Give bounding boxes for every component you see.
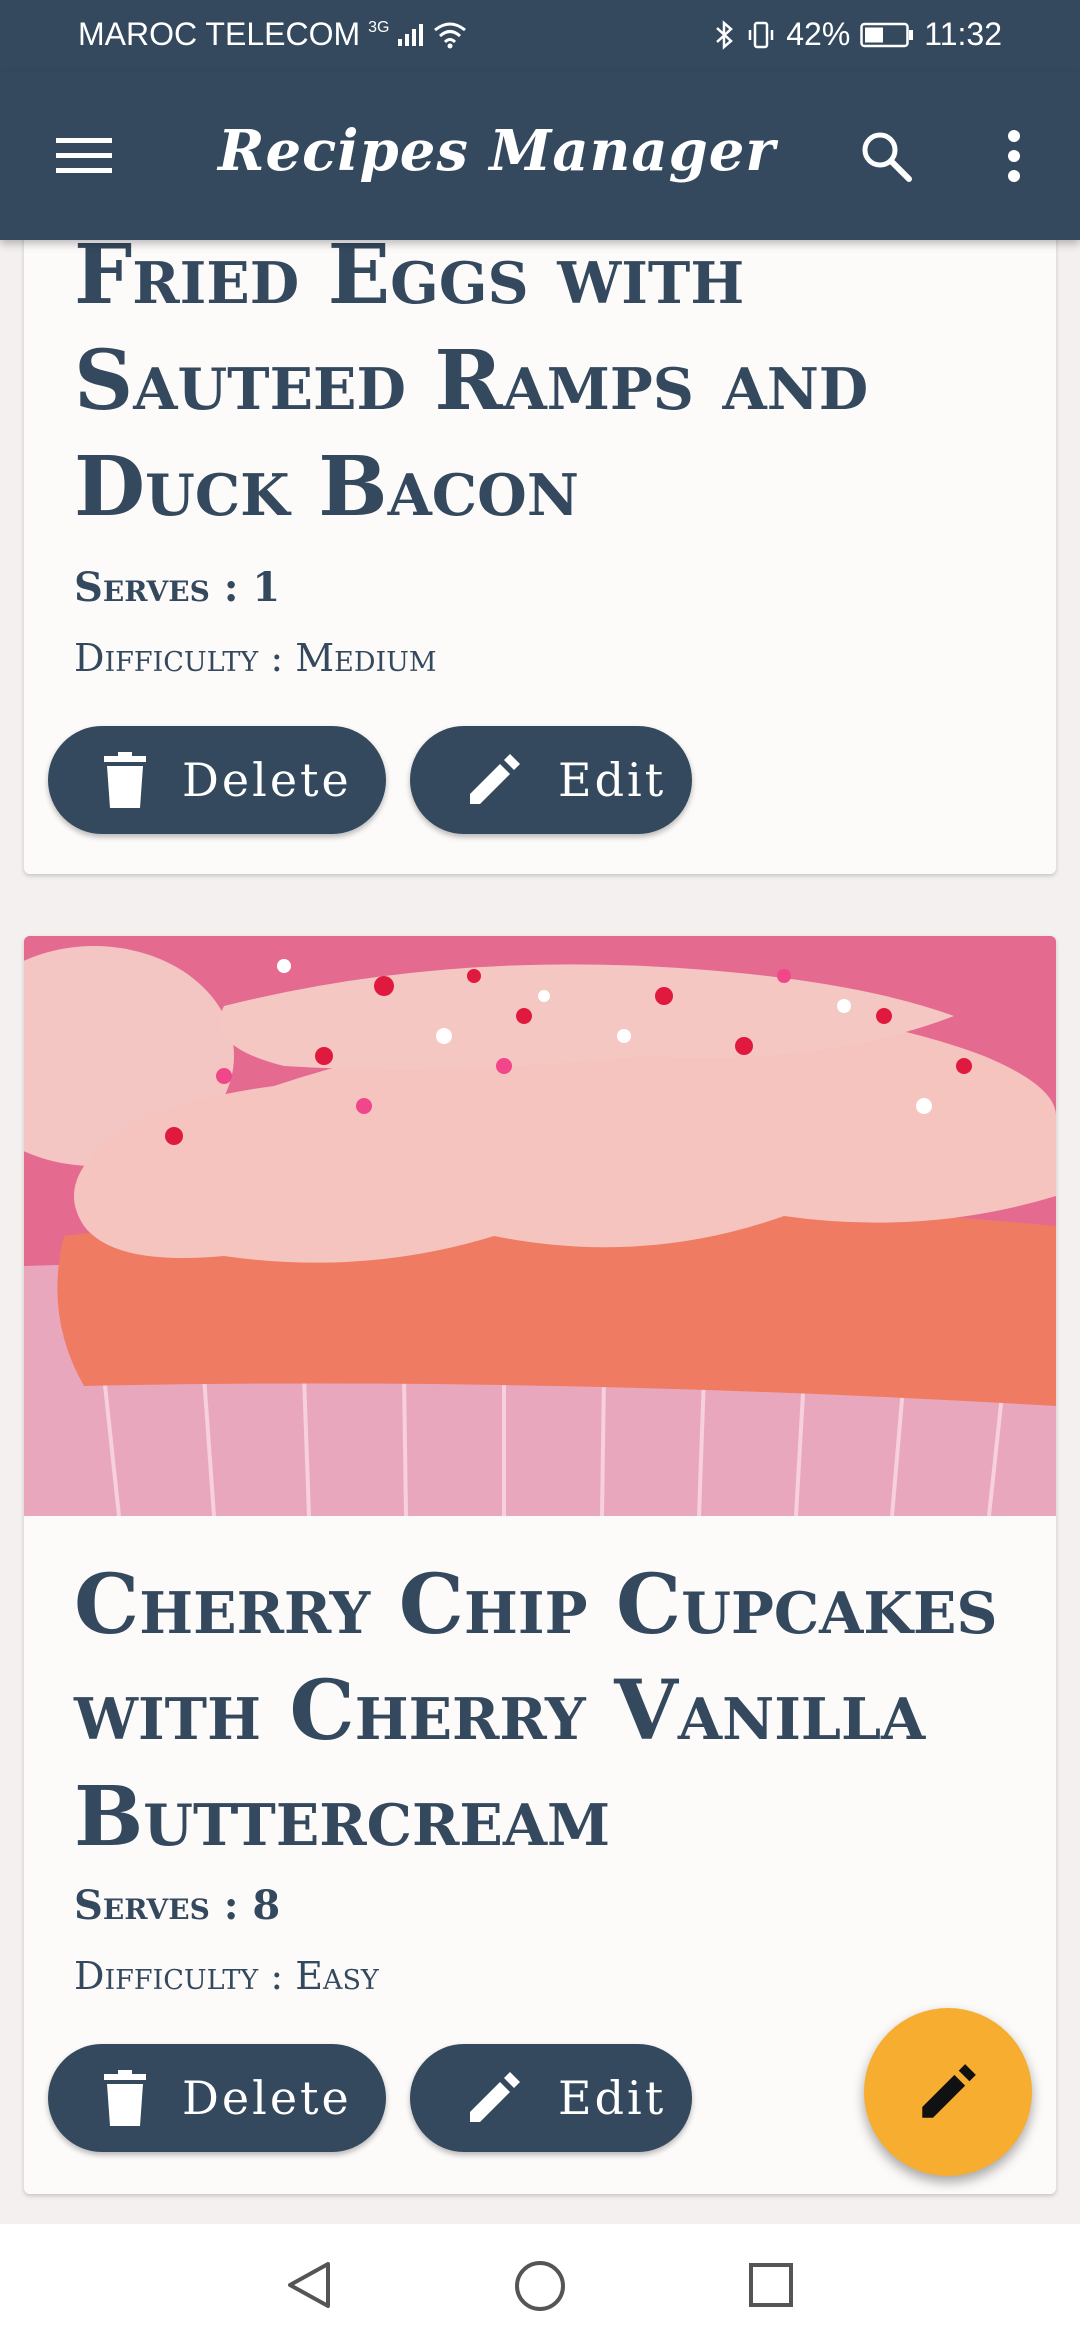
menu-button[interactable]	[44, 116, 124, 196]
recipe-serves: Serves : 8	[74, 1882, 281, 1929]
add-recipe-fab[interactable]	[864, 2008, 1032, 2176]
carrier-label: MAROC TELECOM	[78, 16, 361, 52]
recents-icon[interactable]	[748, 2262, 794, 2308]
edit-button[interactable]: Edit	[410, 726, 692, 834]
status-right: 42% 11:32	[714, 16, 1002, 53]
cupcake-illustration	[24, 936, 1056, 1516]
trash-icon	[104, 2070, 146, 2126]
recipe-difficulty: Difficulty : Medium	[74, 636, 437, 680]
pencil-icon	[470, 754, 520, 804]
wifi-icon	[434, 22, 467, 48]
edit-button[interactable]: Edit	[410, 2044, 692, 2152]
recipe-card[interactable]: Fried Eggs with Sauteed Ramps and Duck B…	[24, 200, 1056, 874]
pencil-icon	[922, 2064, 976, 2118]
recipe-card[interactable]: Cherry Chip Cupcakes with Cherry Vanilla…	[24, 936, 1056, 2194]
vibrate-icon	[749, 21, 774, 48]
pencil-icon	[470, 2072, 520, 2122]
recipe-title: Cherry Chip Cupcakes with Cherry Vanilla…	[74, 1557, 998, 1865]
status-bar: MAROC TELECOM 3G 42% 11:32	[0, 0, 1080, 72]
more-options-button[interactable]	[974, 116, 1054, 196]
battery-icon	[860, 22, 914, 47]
recipe-difficulty: Difficulty : Easy	[74, 1954, 379, 1998]
more-vert-icon	[1008, 130, 1020, 182]
battery-percent: 42%	[786, 16, 851, 52]
system-nav-bar	[0, 2224, 1080, 2340]
recipe-image	[24, 936, 1056, 1516]
network-type: 3G	[368, 18, 390, 36]
back-icon[interactable]	[286, 2260, 332, 2310]
delete-label: Delete	[182, 2071, 352, 2125]
home-icon[interactable]	[514, 2260, 566, 2312]
bluetooth-icon	[716, 19, 734, 50]
recipe-serves: Serves : 1	[74, 564, 281, 611]
app-title: Recipes Manager	[218, 118, 776, 184]
search-icon	[862, 132, 912, 182]
signal-icon	[398, 23, 424, 46]
delete-button[interactable]: Delete	[48, 2044, 386, 2152]
edit-label: Edit	[558, 753, 667, 807]
delete-button[interactable]: Delete	[48, 726, 386, 834]
menu-icon	[56, 138, 112, 173]
status-left: MAROC TELECOM 3G	[78, 16, 467, 53]
edit-label: Edit	[558, 2071, 667, 2125]
delete-label: Delete	[182, 753, 352, 807]
clock: 11:32	[924, 16, 1002, 52]
recipe-title: Fried Eggs with Sauteed Ramps and Duck B…	[74, 227, 869, 535]
trash-icon	[104, 752, 146, 808]
search-button[interactable]	[846, 116, 926, 196]
app-bar: Recipes Manager	[0, 72, 1080, 240]
